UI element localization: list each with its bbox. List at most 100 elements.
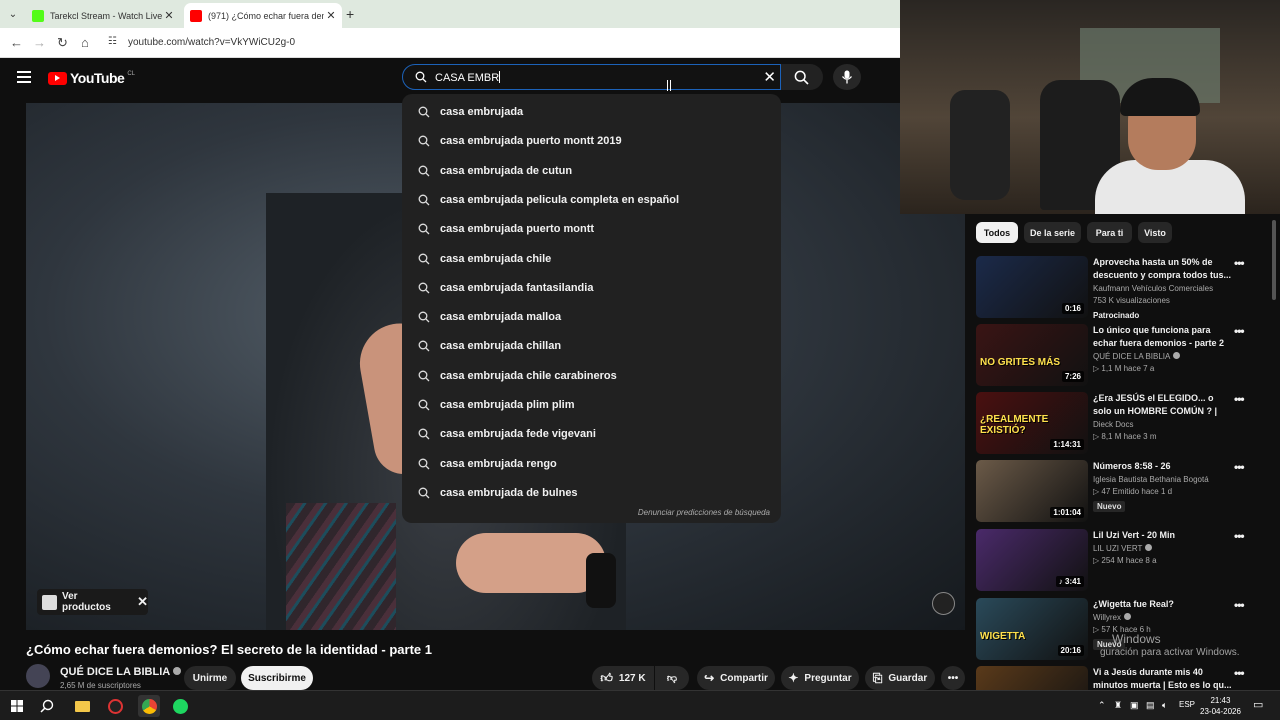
- more-vertical-icon[interactable]: •••: [1234, 392, 1245, 406]
- more-vertical-icon[interactable]: •••: [1234, 460, 1245, 474]
- channel-name[interactable]: QUÉ DICE LA BIBLIA: [60, 666, 182, 678]
- search-suggestion[interactable]: casa embrujada chile: [402, 245, 781, 273]
- search-suggestion[interactable]: casa embrujada: [402, 98, 781, 126]
- search-suggestion[interactable]: casa embrujada pelicula completa en espa…: [402, 186, 781, 214]
- scrollbar-thumb[interactable]: [1272, 220, 1276, 300]
- youtube-logo[interactable]: YouTube CL: [48, 70, 135, 86]
- chip-visto[interactable]: Visto: [1138, 222, 1172, 243]
- search-input[interactable]: CASA EMBR ✕: [402, 64, 781, 90]
- search-icon: [418, 487, 430, 499]
- file-explorer-icon[interactable]: [73, 697, 91, 715]
- video-title[interactable]: Números 8:58 - 26: [1093, 460, 1233, 473]
- video-thumbnail[interactable]: ¿REALMENTE EXISTIÓ? 1:14:31: [976, 392, 1088, 454]
- new-tab-plus-icon[interactable]: +: [346, 6, 354, 22]
- channel-name[interactable]: Kaufmann Vehículos Comerciales: [1093, 284, 1233, 293]
- recommended-video[interactable]: ¿REALMENTE EXISTIÓ? 1:14:31 ¿Era JESÚS el …: [976, 392, 1256, 454]
- recommended-video[interactable]: ♪ 3:41 Lil Uzi Vert - 20 Min LIL UZI VERT ▷…: [976, 529, 1256, 591]
- more-vertical-icon[interactable]: •••: [1234, 598, 1245, 612]
- channel-name[interactable]: Dieck Docs: [1093, 420, 1233, 429]
- tray-shield-icon[interactable]: ♜: [1114, 700, 1122, 711]
- tab-tarekcl-stream[interactable]: Tarekcl Stream - Watch Live on ✕: [26, 3, 180, 28]
- voice-search-button[interactable]: [833, 64, 861, 90]
- join-button[interactable]: Unirme: [184, 666, 236, 690]
- chip-para-ti[interactable]: Para ti: [1087, 222, 1132, 243]
- search-suggestion[interactable]: casa embrujada malloa: [402, 303, 781, 331]
- sidebar-scrollbar[interactable]: [1272, 214, 1276, 690]
- channel-name[interactable]: LIL UZI VERT: [1093, 544, 1233, 553]
- more-vertical-icon[interactable]: •••: [1234, 324, 1245, 338]
- channel-watermark-icon[interactable]: [932, 592, 955, 615]
- report-predictions-link[interactable]: Denunciar predicciones de búsqueda: [638, 508, 770, 517]
- video-title: ¿Cómo echar fuera demonios? El secreto d…: [26, 642, 432, 657]
- search-suggestion[interactable]: casa embrujada puerto montt: [402, 215, 781, 243]
- ver-productos-button[interactable]: Ver productos ✕: [37, 589, 148, 615]
- video-title[interactable]: ¿Wigetta fue Real?: [1093, 598, 1233, 611]
- clear-search-icon[interactable]: ✕: [763, 68, 776, 86]
- search-suggestion[interactable]: casa embrujada rengo: [402, 450, 781, 478]
- search-suggestion[interactable]: casa embrujada de bulnes: [402, 479, 781, 507]
- windows-start-icon[interactable]: [8, 697, 26, 715]
- tray-app-icon[interactable]: ▣: [1130, 700, 1139, 711]
- more-vertical-icon[interactable]: •••: [1234, 256, 1245, 270]
- video-title[interactable]: Lil Uzi Vert - 20 Min: [1093, 529, 1233, 542]
- ask-button[interactable]: ✦ Preguntar: [781, 666, 859, 690]
- search-suggestion[interactable]: casa embrujada de cutun: [402, 157, 781, 185]
- search-suggestion[interactable]: casa embrujada puerto montt 2019: [402, 127, 781, 155]
- video-title[interactable]: Lo único que funciona para echar fuera d…: [1093, 324, 1233, 350]
- notifications-icon[interactable]: ▭: [1253, 698, 1263, 711]
- country-code: CL: [127, 70, 135, 77]
- tab-close-icon[interactable]: ✕: [162, 9, 176, 22]
- reload-icon[interactable]: ↻: [57, 35, 68, 51]
- site-info-icon[interactable]: ☷: [108, 36, 117, 47]
- close-icon[interactable]: ✕: [137, 594, 148, 610]
- volume-icon[interactable]: 🔈︎: [1162, 700, 1167, 711]
- tab-close-icon[interactable]: ✕: [324, 9, 338, 22]
- network-icon[interactable]: ▤: [1146, 700, 1155, 711]
- video-thumbnail[interactable]: 1:01:04: [976, 460, 1088, 522]
- save-button[interactable]: ⎘ Guardar: [865, 666, 935, 690]
- search-icon[interactable]: [38, 697, 56, 715]
- channel-name[interactable]: Willyrex: [1093, 613, 1233, 622]
- video-title[interactable]: Vi a Jesús durante mis 40 minutos muerta…: [1093, 666, 1233, 692]
- video-title[interactable]: ¿Era JESÚS el ELEGIDO... o solo un HOMBR…: [1093, 392, 1233, 418]
- video-thumbnail[interactable]: 0:16: [976, 256, 1088, 318]
- video-thumbnail[interactable]: WIGETTA 20:16: [976, 598, 1088, 660]
- spotify-icon[interactable]: [171, 697, 189, 715]
- search-suggestion[interactable]: casa embrujada chile carabineros: [402, 362, 781, 390]
- like-button[interactable]: 👍︎ 127 K: [592, 666, 654, 690]
- taskbar-clock[interactable]: 21:43 23-04-2026: [1200, 695, 1241, 717]
- more-vertical-icon[interactable]: •••: [1234, 666, 1245, 680]
- video-thumbnail[interactable]: ♪ 3:41: [976, 529, 1088, 591]
- channel-name[interactable]: Iglesia Bautista Bethania Bogotá: [1093, 475, 1233, 484]
- recommended-video[interactable]: NO GRITES MÁS 7:26 Lo único que funciona p…: [976, 324, 1256, 386]
- channel-name[interactable]: QUÉ DICE LA BIBLIA: [1093, 352, 1233, 361]
- search-suggestion[interactable]: casa embrujada fede vigevani: [402, 420, 781, 448]
- tab-search-chevron-icon[interactable]: ⌄: [4, 5, 22, 23]
- more-vertical-icon[interactable]: •••: [1234, 529, 1245, 543]
- subscribe-button[interactable]: Suscribirme: [241, 666, 313, 690]
- channel-avatar[interactable]: [26, 664, 50, 688]
- video-title[interactable]: Aprovecha hasta un 50% de descuento y co…: [1093, 256, 1233, 282]
- menu-icon[interactable]: [17, 71, 31, 83]
- chrome-icon[interactable]: [138, 695, 160, 717]
- chip-de-la-serie[interactable]: De la serie: [1024, 222, 1081, 243]
- home-icon[interactable]: ⌂: [81, 35, 89, 50]
- share-button[interactable]: ↪ Compartir: [697, 666, 775, 690]
- forward-arrow-icon[interactable]: →: [33, 35, 46, 50]
- tab-youtube-video[interactable]: (971) ¿Cómo echar fuera demo ✕: [184, 3, 342, 28]
- search-suggestion[interactable]: casa embrujada fantasilandia: [402, 274, 781, 302]
- video-thumbnail[interactable]: NO GRITES MÁS 7:26: [976, 324, 1088, 386]
- search-suggestion[interactable]: casa embrujada plim plim: [402, 391, 781, 419]
- recommended-video[interactable]: 0:16 Aprovecha hasta un 50% de descuento …: [976, 256, 1256, 320]
- back-arrow-icon[interactable]: ←: [10, 35, 23, 50]
- dislike-button[interactable]: 👎︎: [655, 666, 689, 690]
- more-actions-button[interactable]: •••: [941, 666, 965, 690]
- tray-chevron-icon[interactable]: ⌃: [1098, 700, 1106, 711]
- search-suggestion[interactable]: casa embrujada chillan: [402, 332, 781, 360]
- recording-app-icon[interactable]: [106, 697, 124, 715]
- url-field[interactable]: youtube.com/watch?v=VkYWiCU2g-0: [128, 37, 295, 48]
- language-indicator[interactable]: ESP: [1179, 700, 1195, 709]
- search-button[interactable]: [781, 64, 823, 90]
- recommended-video[interactable]: 1:01:04 Números 8:58 - 26 Iglesia Bautista…: [976, 460, 1256, 522]
- chip-todos[interactable]: Todos: [976, 222, 1018, 243]
